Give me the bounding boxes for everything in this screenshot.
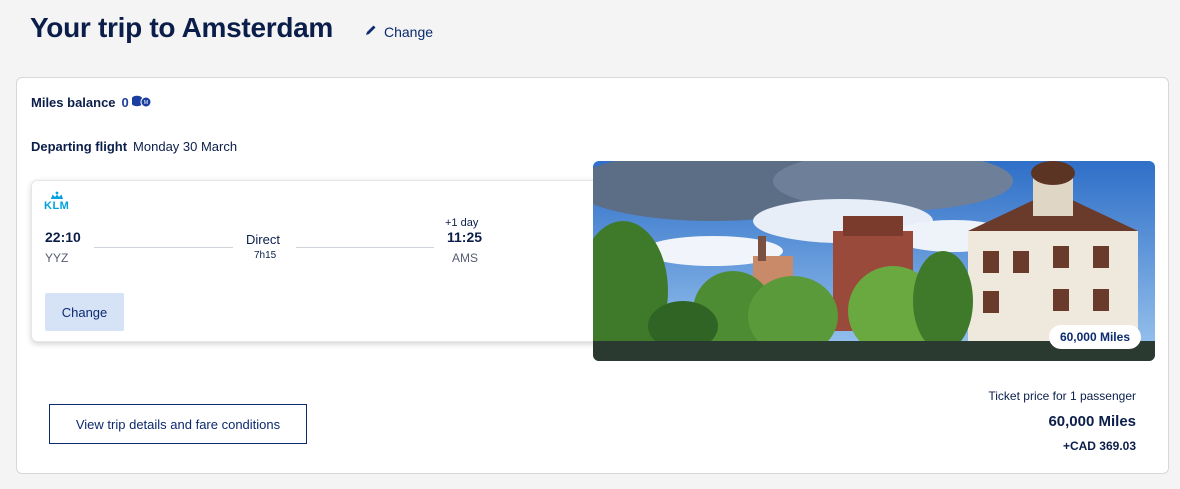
image-miles-badge: 60,000 Miles [1048, 325, 1141, 349]
page-title: Your trip to Amsterdam [30, 12, 333, 43]
change-flight-button[interactable]: Change [45, 293, 124, 331]
flight-duration: 7h15 [254, 250, 277, 261]
departure-airport: YYZ [45, 251, 69, 265]
klm-logo: KLM [44, 191, 69, 212]
klm-crown-icon [50, 191, 63, 199]
departing-flight-label: Departing flight [31, 139, 128, 154]
price-caption: Ticket price for 1 passenger [988, 389, 1136, 403]
departure-time: 22:10 [45, 229, 81, 245]
miles-balance: Miles balance 0 M [31, 94, 153, 111]
departing-flight-date: Monday 30 March [133, 139, 238, 154]
trip-card: Miles balance 0 M Departing flight Monda… [16, 77, 1169, 474]
klm-logo-text: KLM [44, 200, 70, 212]
arrival-airport: AMS [452, 251, 479, 265]
departing-flight-heading: Departing flight Monday 30 March [31, 139, 237, 154]
miles-balance-label: Miles balance [31, 95, 116, 110]
view-trip-details-button[interactable]: View trip details and fare conditions [49, 404, 307, 444]
change-destination-link[interactable]: Change [364, 23, 433, 40]
flight-summary: KLM 22:10 YYZ Direct 7h15 +1 day 11:25 A… [31, 180, 601, 342]
miles-balance-value: 0 [121, 95, 129, 110]
price-miles: 60,000 Miles [1048, 413, 1136, 430]
miles-coin-icon: M [131, 94, 153, 111]
arrival-time: 11:25 [447, 229, 483, 245]
price-cash: +CAD 369.03 [1062, 439, 1136, 453]
plus-day-indicator: +1 day [445, 217, 479, 229]
pencil-icon [364, 23, 378, 40]
destination-image: 60,000 Miles [593, 161, 1155, 361]
change-destination-label: Change [384, 23, 434, 40]
route-line-right [296, 247, 434, 248]
route-line-left [94, 247, 233, 248]
stop-type: Direct [246, 232, 280, 247]
svg-text:M: M [144, 100, 148, 106]
price-summary: Ticket price for 1 passenger 60,000 Mile… [988, 389, 1136, 453]
